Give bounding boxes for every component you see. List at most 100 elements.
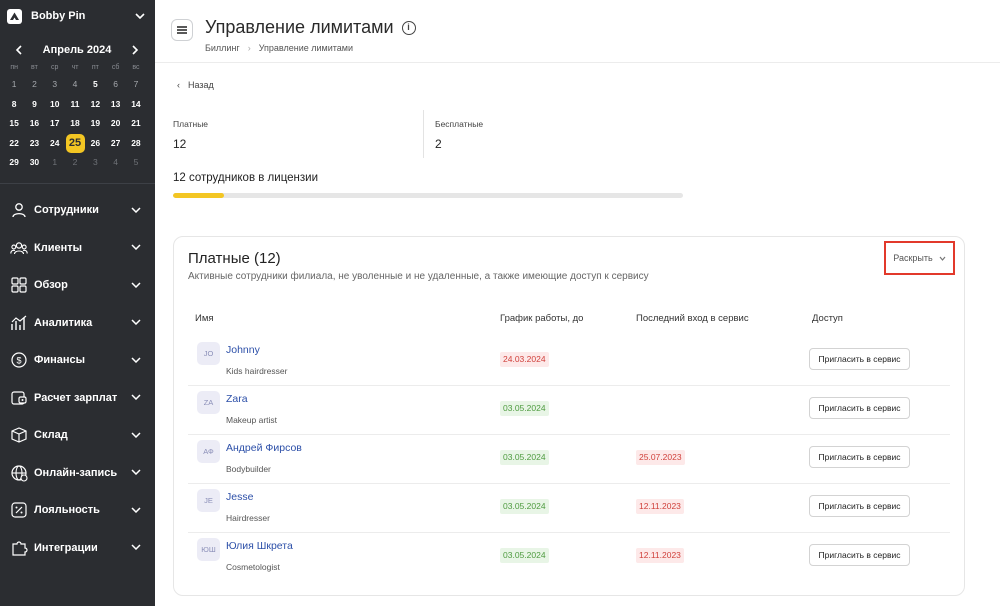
info-icon[interactable]: i: [401, 20, 416, 35]
schedule-badge: 03.05.2024: [500, 499, 549, 514]
calendar-day[interactable]: 4: [65, 75, 85, 95]
expand-label: Раскрыть: [893, 253, 933, 263]
wallet-icon: [10, 389, 28, 407]
calendar-day[interactable]: 28: [126, 134, 146, 154]
sidebar-item-1[interactable]: Клиенты: [0, 229, 155, 267]
calendar-day[interactable]: 21: [126, 114, 146, 134]
employee-name-link[interactable]: Zara: [226, 393, 248, 405]
sidebar-item-label: Обзор: [34, 279, 68, 292]
calendar-day[interactable]: 20: [105, 114, 125, 134]
calendar-day[interactable]: 15: [4, 114, 24, 134]
calendar-day[interactable]: 22: [4, 134, 24, 154]
last-login-badge: 12.11.2023: [636, 499, 684, 514]
schedule-badge: 24.03.2024: [500, 352, 549, 367]
percent-icon: [10, 501, 28, 519]
calendar-day[interactable]: 24: [45, 134, 65, 154]
sidebar: Bobby Pin Апрель 2024 пн вт ср чт пт сб вс 1 2 3 4…: [0, 0, 155, 606]
chevron-down-icon: [131, 505, 141, 516]
invite-button[interactable]: Пригласить в сервис: [809, 446, 910, 468]
calendar-day[interactable]: 27: [105, 134, 125, 154]
sidebar-item-0[interactable]: Сотрудники: [0, 192, 155, 230]
calendar-day[interactable]: 3: [85, 153, 105, 173]
stat-value: 2: [435, 137, 442, 151]
sidebar-item-label: Аналитика: [34, 316, 93, 329]
chevron-right-icon[interactable]: [131, 42, 141, 58]
page-title: Управление лимитами: [205, 17, 394, 37]
calendar-day[interactable]: 14: [126, 95, 146, 115]
invite-button[interactable]: Пригласить в сервис: [809, 348, 910, 370]
column-header-name: Имя: [195, 313, 214, 324]
calendar-day[interactable]: 16: [24, 114, 44, 134]
sidebar-item-5[interactable]: Расчет зарплат: [0, 379, 155, 417]
sidebar-item-9[interactable]: Интеграции: [0, 529, 155, 567]
chevron-down-icon: [131, 242, 141, 253]
sidebar-item-4[interactable]: $ Финансы: [0, 342, 155, 380]
calendar-day[interactable]: 19: [85, 114, 105, 134]
calendar-day[interactable]: 13: [105, 95, 125, 115]
calendar-grid: пн вт ср чт пт сб вс 1 2 3 4 5 6 7 8 9 10 11 12 13 14 15 16 17 1…: [0, 61, 155, 173]
sidebar-item-3[interactable]: Аналитика: [0, 304, 155, 342]
invite-button[interactable]: Пригласить в сервис: [809, 495, 910, 517]
calendar-day[interactable]: 5: [126, 153, 146, 173]
calendar-day[interactable]: 1: [45, 153, 65, 173]
sidebar-item-6[interactable]: Склад: [0, 417, 155, 455]
calendar-day[interactable]: 7: [126, 75, 146, 95]
grid-icon: [10, 276, 28, 294]
calendar-day[interactable]: 2: [24, 75, 44, 95]
breadcrumb-item-billing[interactable]: Биллинг: [205, 43, 240, 53]
calendar-weekday: чт: [71, 64, 79, 71]
users-icon: [10, 239, 28, 257]
avatar: ЮШ: [197, 538, 220, 561]
employee-role: Hairdresser: [226, 513, 270, 523]
employee-name-link[interactable]: Jesse: [226, 491, 253, 503]
sidebar-item-label: Интеграции: [34, 541, 98, 554]
back-link[interactable]: ‹ Назад: [177, 80, 214, 90]
brand-logo-icon: [7, 8, 22, 24]
column-header-last-login: Последний вход в сервис: [636, 313, 749, 324]
calendar-day[interactable]: 5: [85, 75, 105, 95]
calendar-month-title: Апрель 2024: [42, 44, 112, 56]
calendar-day[interactable]: 3: [45, 75, 65, 95]
analytics-icon: [10, 314, 28, 332]
calendar-day[interactable]: 12: [85, 95, 105, 115]
hamburger-icon: [177, 26, 187, 34]
invite-button[interactable]: Пригласить в сервис: [809, 397, 910, 419]
calendar-day[interactable]: 11: [65, 95, 85, 115]
calendar-day[interactable]: 23: [24, 134, 44, 154]
calendar-day[interactable]: 30: [24, 153, 44, 173]
calendar-day[interactable]: 9: [24, 95, 44, 115]
sidebar-item-7[interactable]: Онлайн-запись: [0, 454, 155, 492]
license-progress-fill: [173, 193, 224, 198]
calendar-day[interactable]: 1: [4, 75, 24, 95]
calendar-weekday: пн: [10, 64, 18, 71]
calendar-day[interactable]: 8: [4, 95, 24, 115]
org-switcher[interactable]: Bobby Pin: [0, 0, 155, 32]
invite-button[interactable]: Пригласить в сервис: [809, 544, 910, 566]
breadcrumb: Биллинг › Управление лимитами: [205, 43, 416, 53]
sidebar-divider: [0, 182, 155, 184]
calendar-day[interactable]: 18: [65, 114, 85, 134]
calendar-day[interactable]: 29: [4, 153, 24, 173]
employee-name-link[interactable]: Андрей Фирсов: [226, 442, 302, 454]
chevron-left-icon[interactable]: [13, 42, 23, 58]
calendar-day[interactable]: 26: [85, 134, 105, 154]
menu-button[interactable]: [171, 19, 193, 41]
expand-button[interactable]: Раскрыть: [884, 241, 955, 275]
calendar-day-today[interactable]: 25: [65, 133, 85, 154]
sidebar-item-2[interactable]: Обзор: [0, 267, 155, 305]
employee-name-link[interactable]: Юлия Шкрета: [226, 540, 293, 552]
sidebar-item-8[interactable]: Лояльность: [0, 492, 155, 530]
employee-name-link[interactable]: Johnny: [226, 344, 260, 356]
table-header: Имя График работы, до Последний вход в с…: [188, 313, 950, 327]
calendar-day[interactable]: 2: [65, 153, 85, 173]
calendar-day[interactable]: 17: [45, 114, 65, 134]
calendar-weekday: ср: [51, 64, 59, 71]
breadcrumb-separator-icon: ›: [247, 43, 251, 53]
calendar-day[interactable]: 6: [105, 75, 125, 95]
breadcrumb-item-current: Управление лимитами: [258, 43, 353, 53]
calendar-day[interactable]: 10: [45, 95, 65, 115]
avatar: АФ: [197, 440, 220, 463]
calendar-header: Апрель 2024: [0, 39, 155, 61]
calendar-day[interactable]: 4: [105, 153, 125, 173]
stat-paid: Платные 12: [173, 110, 423, 158]
